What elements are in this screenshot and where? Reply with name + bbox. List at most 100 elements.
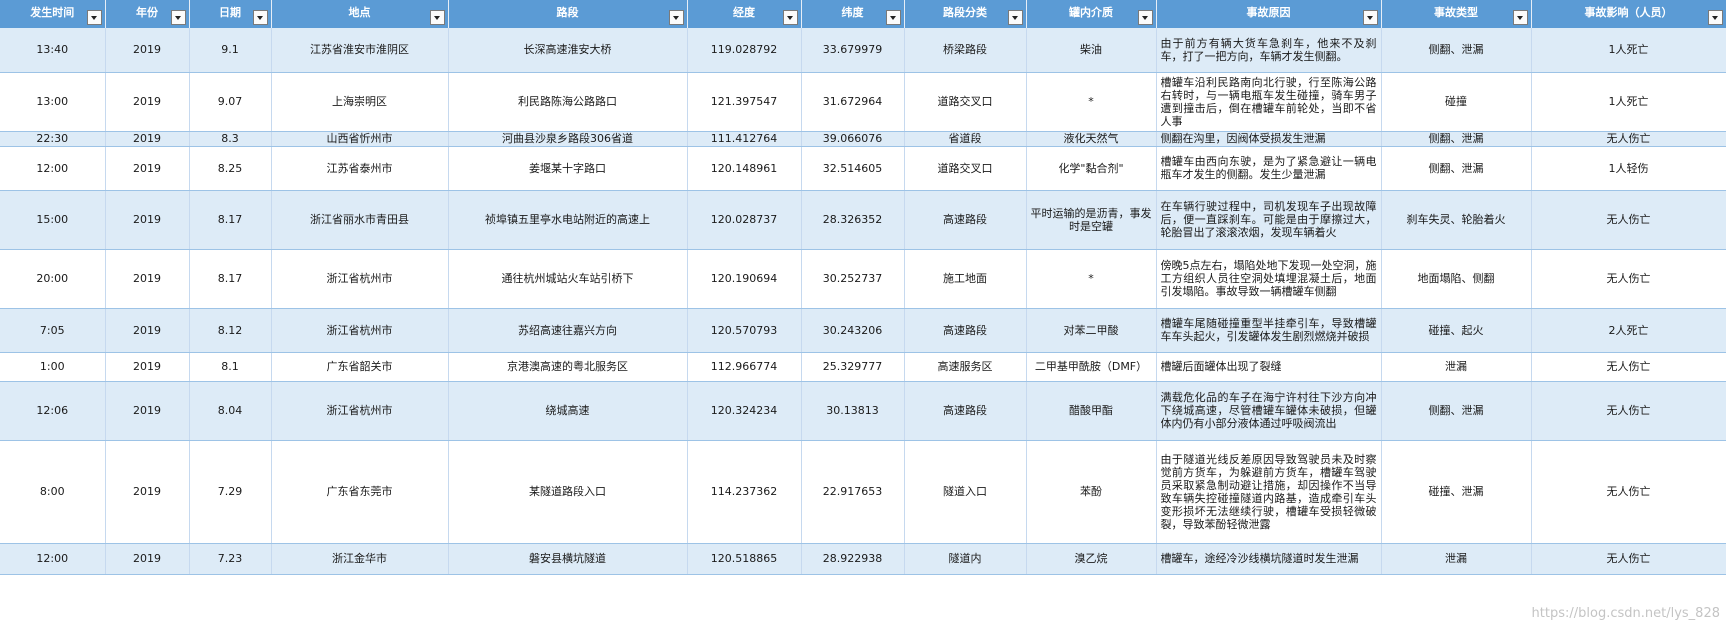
- table-cell[interactable]: 通往杭州城站火车站引桥下: [448, 249, 688, 309]
- table-cell[interactable]: 浙江省杭州市: [271, 249, 449, 309]
- table-cell[interactable]: 119.028792: [687, 28, 802, 73]
- table-cell[interactable]: 1人轻伤: [1531, 146, 1726, 191]
- table-cell[interactable]: 2人死亡: [1531, 308, 1726, 353]
- table-cell[interactable]: 无人伤亡: [1531, 249, 1726, 309]
- table-cell[interactable]: 道路交叉口: [904, 72, 1027, 132]
- table-cell[interactable]: 满载危化品的车子在海宁许村往下沙方向冲下绕城高速，尽管槽罐车罐体未破损，但罐体内…: [1156, 381, 1382, 441]
- table-cell[interactable]: 121.397547: [687, 72, 802, 132]
- table-cell[interactable]: 地面塌陷、侧翻: [1381, 249, 1532, 309]
- table-cell[interactable]: 高速路段: [904, 381, 1027, 441]
- table-cell[interactable]: 道路交叉口: [904, 146, 1027, 191]
- table-cell[interactable]: 长深高速淮安大桥: [448, 28, 688, 73]
- table-cell[interactable]: 33.679979: [801, 28, 905, 73]
- table-cell[interactable]: 120.028737: [687, 190, 802, 250]
- table-cell[interactable]: 隧道内: [904, 543, 1027, 575]
- table-cell[interactable]: 1:00: [0, 352, 106, 382]
- table-cell[interactable]: 25.329777: [801, 352, 905, 382]
- table-cell[interactable]: 7.29: [189, 440, 272, 544]
- table-cell[interactable]: 2019: [105, 249, 190, 309]
- table-cell[interactable]: 114.237362: [687, 440, 802, 544]
- table-cell[interactable]: 槽罐车尾随碰撞重型半挂牵引车，导致槽罐车车头起火，引发罐体发生剧烈燃烧并破损: [1156, 308, 1382, 353]
- table-cell[interactable]: 平时运输的是沥青，事发时是空罐: [1026, 190, 1157, 250]
- table-cell[interactable]: 槽罐后面罐体出现了裂缝: [1156, 352, 1382, 382]
- table-cell[interactable]: 120.324234: [687, 381, 802, 441]
- table-cell[interactable]: 利民路陈海公路路口: [448, 72, 688, 132]
- table-cell[interactable]: *: [1026, 249, 1157, 309]
- table-cell[interactable]: 侧翻、泄漏: [1381, 28, 1532, 73]
- table-cell[interactable]: 浙江省丽水市青田县: [271, 190, 449, 250]
- table-cell[interactable]: 13:40: [0, 28, 106, 73]
- table-cell[interactable]: 施工地面: [904, 249, 1027, 309]
- table-cell[interactable]: 绕城高速: [448, 381, 688, 441]
- table-cell[interactable]: 广东省东莞市: [271, 440, 449, 544]
- table-cell[interactable]: 醋酸甲酯: [1026, 381, 1157, 441]
- table-cell[interactable]: 28.326352: [801, 190, 905, 250]
- table-cell[interactable]: 化学"黏合剂": [1026, 146, 1157, 191]
- table-cell[interactable]: 苯酚: [1026, 440, 1157, 544]
- table-cell[interactable]: 浙江金华市: [271, 543, 449, 575]
- table-cell[interactable]: 无人伤亡: [1531, 543, 1726, 575]
- table-cell[interactable]: 8:00: [0, 440, 106, 544]
- filter-dropdown-button[interactable]: [1362, 10, 1378, 25]
- table-cell[interactable]: 省道段: [904, 131, 1027, 147]
- table-cell[interactable]: 2019: [105, 72, 190, 132]
- table-cell[interactable]: 2019: [105, 146, 190, 191]
- table-cell[interactable]: 磐安县横坑隧道: [448, 543, 688, 575]
- table-cell[interactable]: 8.17: [189, 190, 272, 250]
- filter-dropdown-button[interactable]: [252, 10, 268, 25]
- table-cell[interactable]: 二甲基甲酰胺（DMF）: [1026, 352, 1157, 382]
- table-cell[interactable]: 江苏省淮安市淮阴区: [271, 28, 449, 73]
- table-cell[interactable]: 9.07: [189, 72, 272, 132]
- table-cell[interactable]: 30.13813: [801, 381, 905, 441]
- table-cell[interactable]: 对苯二甲酸: [1026, 308, 1157, 353]
- table-cell[interactable]: 由于前方有辆大货车急刹车，他来不及刹车，打了一把方向，车辆才发生侧翻。: [1156, 28, 1382, 73]
- table-cell[interactable]: 祯埠镇五里亭水电站附近的高速上: [448, 190, 688, 250]
- table-cell[interactable]: 9.1: [189, 28, 272, 73]
- table-cell[interactable]: 高速服务区: [904, 352, 1027, 382]
- table-cell[interactable]: 槽罐车沿利民路南向北行驶，行至陈海公路右转时，与一辆电瓶车发生碰撞，骑车男子遭到…: [1156, 72, 1382, 132]
- filter-dropdown-button[interactable]: [782, 10, 798, 25]
- table-cell[interactable]: 侧翻、泄漏: [1381, 381, 1532, 441]
- table-cell[interactable]: 22:30: [0, 131, 106, 147]
- table-cell[interactable]: 浙江省杭州市: [271, 308, 449, 353]
- table-cell[interactable]: 111.412764: [687, 131, 802, 147]
- table-cell[interactable]: 广东省韶关市: [271, 352, 449, 382]
- table-cell[interactable]: 12:06: [0, 381, 106, 441]
- table-cell[interactable]: 12:00: [0, 146, 106, 191]
- table-cell[interactable]: 8.3: [189, 131, 272, 147]
- table-cell[interactable]: 无人伤亡: [1531, 440, 1726, 544]
- table-cell[interactable]: 20:00: [0, 249, 106, 309]
- table-cell[interactable]: 泄漏: [1381, 543, 1532, 575]
- table-cell[interactable]: 液化天然气: [1026, 131, 1157, 147]
- table-cell[interactable]: 30.243206: [801, 308, 905, 353]
- table-cell[interactable]: 2019: [105, 308, 190, 353]
- filter-dropdown-button[interactable]: [86, 10, 102, 25]
- table-cell[interactable]: 傍晚5点左右，塌陷处地下发现一处空洞，施工方组织人员往空洞处填埋混凝土后，地面引…: [1156, 249, 1382, 309]
- table-cell[interactable]: 无人伤亡: [1531, 381, 1726, 441]
- filter-dropdown-button[interactable]: [170, 10, 186, 25]
- table-cell[interactable]: 碰撞、起火: [1381, 308, 1532, 353]
- table-cell[interactable]: 京港澳高速的粤北服务区: [448, 352, 688, 382]
- table-cell[interactable]: 桥梁路段: [904, 28, 1027, 73]
- table-cell[interactable]: 39.066076: [801, 131, 905, 147]
- table-cell[interactable]: 8.04: [189, 381, 272, 441]
- table-cell[interactable]: 苏绍高速往嘉兴方向: [448, 308, 688, 353]
- table-cell[interactable]: *: [1026, 72, 1157, 132]
- table-cell[interactable]: 32.514605: [801, 146, 905, 191]
- table-cell[interactable]: 刹车失灵、轮胎着火: [1381, 190, 1532, 250]
- table-cell[interactable]: 120.148961: [687, 146, 802, 191]
- table-cell[interactable]: 溴乙烷: [1026, 543, 1157, 575]
- filter-dropdown-button[interactable]: [668, 10, 684, 25]
- filter-dropdown-button[interactable]: [885, 10, 901, 25]
- table-cell[interactable]: 120.518865: [687, 543, 802, 575]
- table-cell[interactable]: 30.252737: [801, 249, 905, 309]
- table-cell[interactable]: 120.190694: [687, 249, 802, 309]
- table-cell[interactable]: 槽罐车，途经冷沙线横坑隧道时发生泄漏: [1156, 543, 1382, 575]
- table-cell[interactable]: 2019: [105, 543, 190, 575]
- filter-dropdown-button[interactable]: [429, 10, 445, 25]
- table-cell[interactable]: 7:05: [0, 308, 106, 353]
- table-cell[interactable]: 31.672964: [801, 72, 905, 132]
- table-cell[interactable]: 8.12: [189, 308, 272, 353]
- table-cell[interactable]: 15:00: [0, 190, 106, 250]
- table-cell[interactable]: 江苏省泰州市: [271, 146, 449, 191]
